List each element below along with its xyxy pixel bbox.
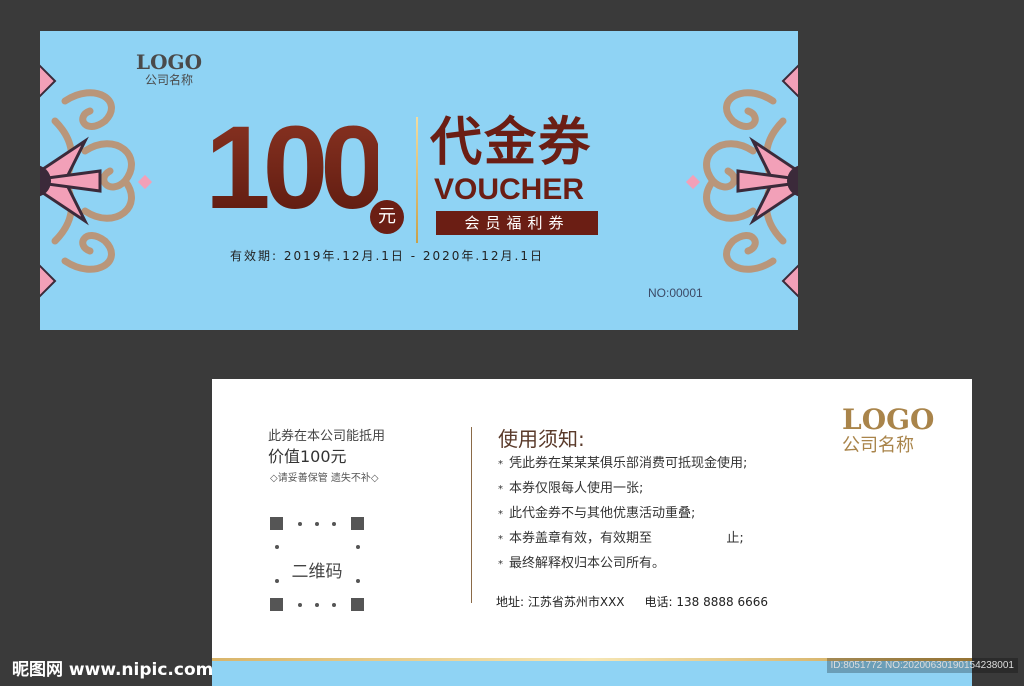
rules-title: 使用须知: <box>498 427 585 451</box>
qr-code-icon: 二维码 <box>270 517 364 611</box>
bullet-icon: * <box>498 459 503 470</box>
voucher-amount: 100 <box>205 102 386 234</box>
list-item: * 此代金券不与其他优惠活动重叠; <box>498 506 696 521</box>
company-name: 公司名称 <box>842 435 914 456</box>
site-watermark: 昵图网 www.nipic.com <box>12 660 214 680</box>
voucher-front: LOGO 公司名称 100 元 代金券 VOUCHER 会员福利券 有效期: 2… <box>40 31 798 330</box>
value-amount: 价值100元 <box>268 447 347 466</box>
member-label: 会员福利券 <box>436 211 598 235</box>
qr-label: 二维码 <box>291 562 343 582</box>
divider-line <box>416 117 418 243</box>
list-item: * 本券盖章有效，有效期至 止; <box>498 531 744 546</box>
contact-info: 地址: 江苏省苏州市XXX 电话: 138 8888 6666 <box>496 593 768 610</box>
voucher-title-cn: 代金券 <box>430 113 593 173</box>
logo-text: LOGO <box>842 403 935 436</box>
bullet-icon: * <box>498 484 503 495</box>
serial-number: NO:00001 <box>648 286 703 300</box>
rules-list: * 凭此券在某某某俱乐部消费可抵现金使用; * 本券仅限每人使用一张; * 此代金券不… <box>498 451 747 576</box>
divider-line <box>471 427 472 603</box>
floral-ornament-icon <box>40 64 153 298</box>
list-item: * 本券仅限每人使用一张; <box>498 481 644 496</box>
bullet-icon: * <box>498 559 503 570</box>
image-id-watermark: ID:8051772 NO:20200630190154238001 <box>826 658 1018 673</box>
voucher-title-en: VOUCHER <box>434 173 585 206</box>
list-item: * 最终解释权归本公司所有。 <box>498 556 666 571</box>
voucher-back: 此券在本公司能抵用 价值100元 ◇请妥善保管 遗失不补◇ 二维码 使用须知: … <box>212 379 972 686</box>
company-name: 公司名称 <box>144 73 193 87</box>
bullet-icon: * <box>498 534 503 545</box>
validity-period: 有效期: 2019年.12月.1日 - 2020年.12月.1日 <box>230 249 544 263</box>
phone-text: 电话: 138 8888 6666 <box>644 595 769 609</box>
keep-safe-note: ◇请妥善保管 遗失不补◇ <box>270 473 379 484</box>
bullet-icon: * <box>498 509 503 520</box>
company-logo: LOGO 公司名称 <box>136 51 202 87</box>
address-text: 地址: 江苏省苏州市XXX <box>496 595 625 609</box>
company-logo: LOGO 公司名称 <box>842 405 934 457</box>
floral-ornament-icon <box>685 64 798 298</box>
list-item: * 凭此券在某某某俱乐部消费可抵现金使用; <box>498 456 748 471</box>
currency-badge: 元 <box>370 200 404 234</box>
value-note: 此券在本公司能抵用 <box>268 429 386 444</box>
logo-text: LOGO <box>136 50 202 74</box>
